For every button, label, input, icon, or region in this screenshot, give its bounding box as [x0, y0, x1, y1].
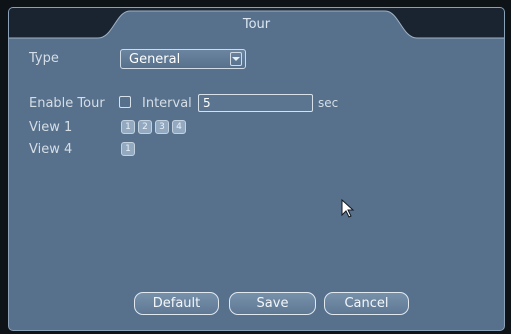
- view-1-channel-2[interactable]: 2: [138, 120, 152, 134]
- save-button[interactable]: Save: [229, 292, 316, 315]
- mouse-cursor-icon: [341, 198, 355, 223]
- dropdown-arrow-icon[interactable]: [230, 52, 242, 66]
- interval-label: Interval: [142, 96, 192, 111]
- default-button[interactable]: Default: [134, 292, 219, 315]
- view-1-label: View 1: [29, 120, 73, 135]
- type-select-value: General: [129, 52, 181, 67]
- view-4-channel-1[interactable]: 1: [121, 142, 135, 156]
- view-4-label: View 4: [29, 142, 73, 157]
- view-1-channel-1[interactable]: 1: [121, 120, 135, 134]
- type-label: Type: [29, 51, 59, 66]
- view-1-channel-3[interactable]: 3: [155, 120, 169, 134]
- view-1-channel-4[interactable]: 4: [172, 120, 186, 134]
- type-select[interactable]: General: [120, 49, 246, 69]
- title-bar: Tour: [9, 8, 504, 42]
- interval-input[interactable]: 5: [198, 94, 313, 112]
- dialog-title: Tour: [242, 17, 271, 32]
- enable-tour-checkbox[interactable]: [119, 96, 131, 108]
- cancel-button[interactable]: Cancel: [324, 292, 409, 315]
- interval-input-value: 5: [203, 96, 211, 110]
- tour-dialog: Tour Type General Enable Tour Interval 5…: [8, 7, 505, 331]
- interval-unit: sec: [318, 96, 339, 110]
- enable-tour-label: Enable Tour: [29, 96, 105, 111]
